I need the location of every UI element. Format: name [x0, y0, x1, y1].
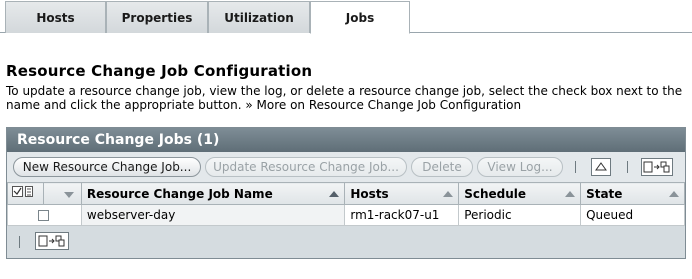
row-select-cell: [7, 204, 82, 226]
column-state-label: State: [586, 186, 623, 201]
column-name-label: Resource Change Job Name: [86, 186, 273, 201]
column-header-schedule[interactable]: Schedule: [458, 182, 582, 205]
toolbar-separator: [575, 161, 576, 173]
tab-hosts[interactable]: Hosts: [5, 1, 106, 33]
job-name-cell: webserver-day: [80, 204, 346, 226]
tab-properties[interactable]: Properties: [106, 1, 208, 33]
page-title: Resource Change Job Configuration: [6, 62, 313, 80]
footer-separator: [19, 236, 20, 248]
table-header-row: Resource Change Job Name Hosts Schedule …: [7, 182, 685, 205]
pagination-toggle-icon[interactable]: [641, 158, 673, 176]
column-header-state[interactable]: State: [580, 182, 685, 205]
hosts-cell: rm1-rack07-u1: [344, 204, 460, 226]
row-checkbox[interactable]: [38, 210, 49, 221]
page-description: To update a resource change job, view th…: [6, 84, 690, 112]
jobs-table: Resource Change Job Name Hosts Schedule …: [7, 182, 685, 226]
delete-button[interactable]: Delete: [411, 157, 473, 177]
more-info-link[interactable]: » More on Resource Change Job Configurat…: [245, 98, 521, 112]
jobs-table-panel: Resource Change Jobs (1) New Resource Ch…: [6, 127, 686, 259]
sort-ascending-icon[interactable]: [443, 191, 454, 197]
column-hosts-label: Hosts: [350, 186, 389, 201]
sort-ascending-icon[interactable]: [565, 191, 576, 197]
sort-ascending-icon[interactable]: [669, 191, 679, 197]
schedule-cell: Periodic: [458, 204, 582, 226]
tab-utilization[interactable]: Utilization: [208, 1, 310, 33]
new-job-button[interactable]: New Resource Change Job...: [13, 157, 201, 177]
table-title: Resource Change Jobs (1): [7, 128, 685, 152]
select-all-header[interactable]: [7, 182, 44, 205]
column-header-name[interactable]: Resource Change Job Name: [80, 182, 346, 205]
table-row: webserver-day rm1-rack07-u1 Periodic Que…: [7, 204, 685, 226]
view-log-button[interactable]: View Log...: [477, 157, 563, 177]
table-toolbar: New Resource Change Job... Update Resour…: [7, 152, 685, 182]
sort-ascending-icon[interactable]: [329, 191, 340, 197]
tab-jobs[interactable]: Jobs: [310, 1, 410, 34]
update-job-button[interactable]: Update Resource Change Job...: [205, 157, 407, 177]
column-schedule-label: Schedule: [464, 186, 527, 201]
sort-icon[interactable]: [591, 158, 611, 176]
tab-bar: Hosts Properties Utilization Jobs: [0, 0, 692, 34]
toolbar-separator: [627, 161, 628, 173]
table-footer: [7, 226, 685, 258]
state-cell: Queued: [580, 204, 685, 226]
pagination-toggle-icon[interactable]: [35, 232, 69, 250]
column-header-hosts[interactable]: Hosts: [344, 182, 460, 205]
selection-menu-header[interactable]: [42, 182, 82, 205]
